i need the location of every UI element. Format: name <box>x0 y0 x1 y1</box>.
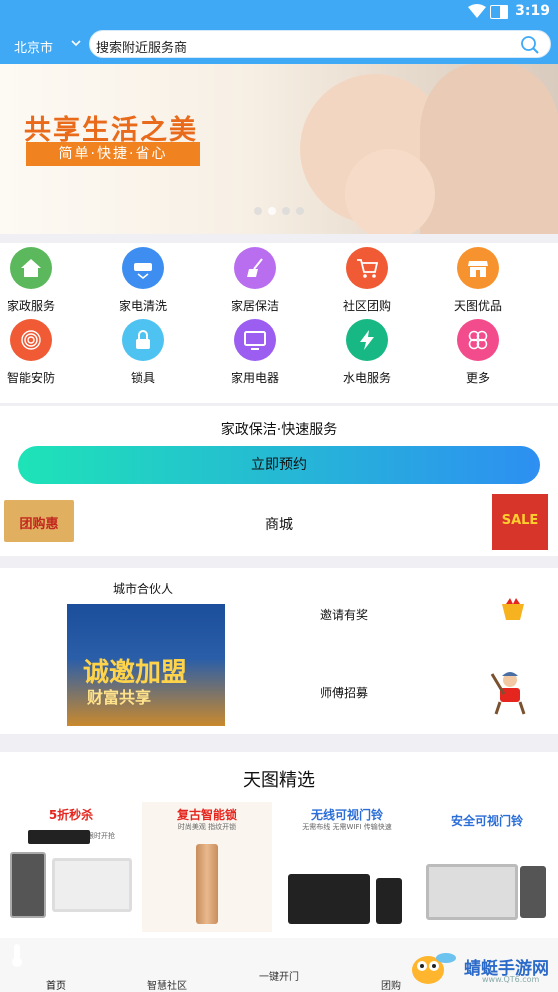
doorbell-image <box>376 878 402 924</box>
master-recruit-link[interactable]: 师傅招募 <box>320 684 368 701</box>
carousel-dot[interactable] <box>282 207 290 215</box>
doorbell-image <box>520 866 546 918</box>
ac-icon <box>122 247 164 289</box>
carousel-dots <box>254 207 304 215</box>
status-time: 3:19 <box>515 3 550 19</box>
category-label: 智能安防 <box>6 371 55 385</box>
smart-lock-image <box>196 844 218 924</box>
category-label: 家电清洗 <box>118 299 167 313</box>
book-now-button[interactable]: 立即预约 <box>18 446 540 484</box>
home-icon <box>10 247 52 289</box>
product-title: 安全可视门铃 <box>450 814 523 828</box>
poster-line2: 财富共享 <box>87 688 152 707</box>
category-item-house-cleaning[interactable]: 家居保洁 <box>225 247 285 314</box>
search-icon[interactable] <box>520 35 540 55</box>
broom-icon <box>234 247 276 289</box>
promo-section: 家政保洁·快速服务 立即预约 团购惠 商城 SALE <box>0 406 558 556</box>
featured-title: 天图精选 <box>243 770 315 791</box>
banner-photo-person <box>420 64 558 234</box>
category-item-premium-goods[interactable]: 天图优品 <box>448 247 508 314</box>
thermometer-key-icon <box>12 944 22 967</box>
category-label: 更多 <box>465 371 490 385</box>
city-selector[interactable]: 北京市 <box>14 37 53 56</box>
carousel-dot[interactable] <box>268 207 276 215</box>
partner-section: 城市合伙人 诚邀加盟 财富共享 邀请有奖 师傅招募 <box>0 568 558 734</box>
product-title: 无线可视门铃 <box>310 808 383 822</box>
fingerprint-icon <box>10 319 52 361</box>
category-item-smart-security[interactable]: 智能安防 <box>1 319 61 386</box>
product-card[interactable]: 无线可视门铃 无需布线 无需WIFI 传输快速 <box>282 802 412 932</box>
category-item-group-buy[interactable]: 社区团购 <box>337 247 397 314</box>
carousel-dot[interactable] <box>296 207 304 215</box>
header-bar: 3:19 北京市 搜索附近服务商 <box>0 0 558 64</box>
countdown-timer <box>28 830 90 844</box>
banner-photo-child <box>345 149 435 234</box>
product-card[interactable]: 复古智能锁 时尚美观 指纹开锁 <box>142 802 272 932</box>
category-label: 天图优品 <box>453 299 502 313</box>
category-label: 锁具 <box>130 371 155 385</box>
nav-label: 首页 <box>46 981 66 992</box>
product-card[interactable]: 安全可视门铃 <box>422 802 552 932</box>
category-item-appliances[interactable]: 家用电器 <box>225 319 285 386</box>
doorbell-image <box>10 852 46 918</box>
category-item-more[interactable]: 更多 <box>448 319 508 386</box>
lock-icon <box>122 319 164 361</box>
invite-reward-link[interactable]: 邀请有奖 <box>320 606 368 623</box>
bolt-icon <box>346 319 388 361</box>
nav-label: 智慧社区 <box>147 981 187 992</box>
search-input[interactable]: 搜索附近服务商 <box>89 30 551 58</box>
featured-section: 天图精选 5折秒杀 限时开抢 复古智能锁 时尚美观 指纹开锁 无线可视门铃 无需… <box>0 752 558 938</box>
category-label: 家政服务 <box>6 299 55 313</box>
watermark-logo: 蜻蜓手游网 www.QT6.com <box>408 944 558 990</box>
category-label: 社区团购 <box>342 299 391 313</box>
product-subtitle: 时尚美观 指纹开锁 <box>177 823 237 831</box>
tv-icon <box>234 319 276 361</box>
product-subtitle: 无需布线 无需WIFI 传输快速 <box>302 823 392 831</box>
battery-icon <box>500 5 508 19</box>
category-item-appliance-cleaning[interactable]: 家电清洗 <box>113 247 173 314</box>
promo-title: 家政保洁·快速服务 <box>220 422 338 438</box>
chevron-down-icon[interactable] <box>70 38 82 48</box>
wifi-icon <box>468 4 486 18</box>
worker-icon[interactable] <box>486 666 530 716</box>
monitor-image <box>52 858 132 912</box>
shop-icon <box>457 247 499 289</box>
monitor-image <box>426 864 518 920</box>
mall-link[interactable]: 商城 <box>0 514 558 534</box>
partner-poster[interactable]: 诚邀加盟 财富共享 <box>67 604 225 726</box>
banner-carousel[interactable]: 共享生活之美 简单·快捷·省心 <box>0 64 558 234</box>
carousel-dot[interactable] <box>254 207 262 215</box>
search-placeholder: 搜索附近服务商 <box>96 41 188 56</box>
product-card[interactable]: 5折秒杀 限时开抢 <box>6 802 136 932</box>
banner-subtitle: 简单·快捷·省心 <box>26 142 200 166</box>
cart-icon <box>346 247 388 289</box>
category-grid: 家政服务 家电清洗 家居保洁 社区团购 天图优品 智能安防 锁具 家用电器 水电… <box>0 243 558 403</box>
product-title: 5折秒杀 <box>48 808 94 822</box>
product-title: 复古智能锁 <box>176 808 237 822</box>
category-item-locks[interactable]: 锁具 <box>113 319 173 386</box>
gift-icon[interactable] <box>498 596 528 622</box>
dragonfly-logo-icon <box>412 953 456 984</box>
category-item-home-service[interactable]: 家政服务 <box>1 247 61 314</box>
sale-badge-text: SALE <box>501 513 539 528</box>
category-label: 家居保洁 <box>230 299 279 313</box>
category-item-utilities[interactable]: 水电服务 <box>337 319 397 386</box>
status-bar: 3:19 <box>0 0 558 24</box>
monitor-image <box>288 874 370 924</box>
watermark-url: www.QT6.com <box>482 975 540 984</box>
nav-label: 一键开门 <box>259 972 299 983</box>
sale-banner[interactable]: SALE <box>492 494 548 550</box>
more-icon <box>457 319 499 361</box>
category-label: 家用电器 <box>230 371 279 385</box>
partner-heading: 城市合伙人 <box>113 582 174 596</box>
category-label: 水电服务 <box>342 371 391 385</box>
